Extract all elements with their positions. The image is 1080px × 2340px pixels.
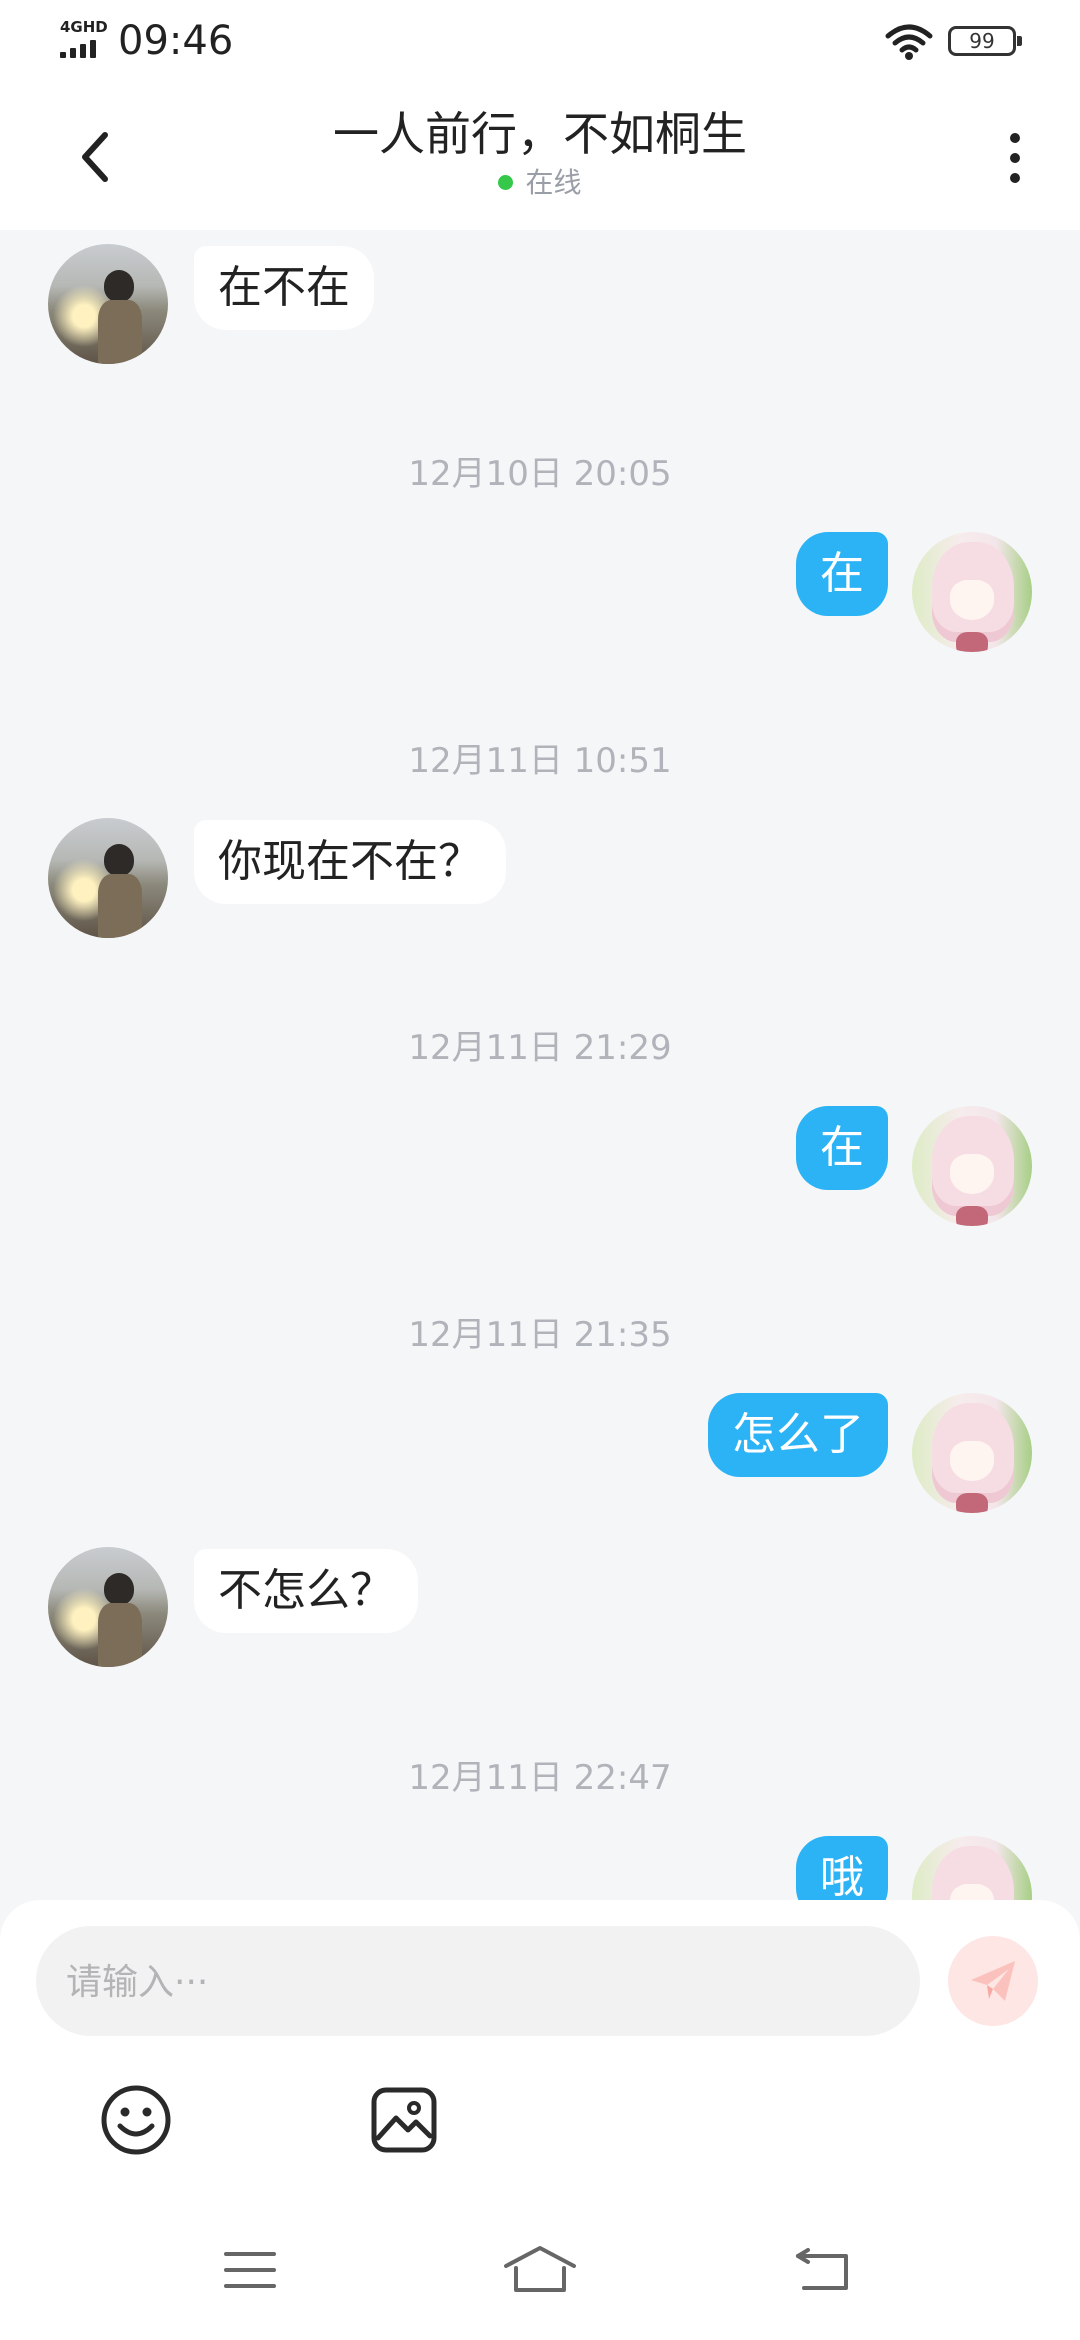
my-avatar[interactable] [912, 1393, 1032, 1513]
timestamp: 12月11日 22:47 [408, 1758, 672, 1798]
back-button[interactable] [60, 122, 130, 192]
system-nav-bar [0, 2200, 1080, 2340]
chat-header: 一人前行，不如桐生 在线 [0, 84, 1080, 230]
network-type: 4GHD [60, 18, 108, 36]
back-arrow-icon [82, 132, 108, 182]
send-button[interactable] [948, 1936, 1038, 2026]
my-avatar[interactable] [912, 532, 1032, 652]
composer-panel [0, 1900, 1080, 2200]
home-button[interactable] [490, 2230, 590, 2310]
menu-icon [224, 2252, 276, 2288]
message-bubble-sent[interactable]: 在 [796, 1106, 888, 1190]
emoji-icon [101, 2085, 171, 2155]
message-input-container[interactable] [36, 1926, 920, 2038]
status-bar: 4GHD 09:46 99 [0, 0, 1080, 84]
back-nav-button[interactable] [774, 2230, 874, 2310]
message-bubble-received[interactable]: 你现在不在？ [194, 820, 506, 904]
home-icon [504, 2246, 576, 2292]
presence-label: 在线 [525, 166, 582, 199]
image-button[interactable] [364, 2080, 444, 2160]
my-avatar[interactable] [912, 1106, 1032, 1226]
wifi-icon [884, 22, 934, 62]
emoji-button[interactable] [96, 2080, 176, 2160]
timestamp: 12月11日 21:29 [408, 1028, 672, 1068]
battery-icon: 99 [948, 26, 1022, 56]
message-bubble-sent[interactable]: 怎么了 [708, 1393, 888, 1477]
presence-status: 在线 [180, 166, 900, 200]
timestamp: 12月11日 21:35 [408, 1315, 672, 1355]
contact-avatar[interactable] [48, 818, 168, 938]
more-options-button[interactable] [990, 120, 1040, 196]
timestamp: 12月10日 20:05 [408, 454, 672, 494]
message-bubble-sent[interactable]: 在 [796, 532, 888, 616]
battery-level: 99 [969, 29, 995, 53]
menu-button[interactable] [200, 2230, 300, 2310]
message-bubble-sent[interactable]: 哦 [796, 1836, 888, 1900]
back-icon [796, 2248, 848, 2290]
online-dot-icon [498, 175, 514, 190]
more-vertical-icon [1010, 133, 1020, 143]
contact-avatar[interactable] [48, 244, 168, 364]
my-avatar[interactable] [912, 1836, 1032, 1900]
message-list[interactable]: 在不在 12月10日 20:05 在 12月11日 10:51 你现在不在？ 1… [0, 230, 1080, 1900]
contact-name: 一人前行，不如桐生 [333, 107, 747, 161]
image-icon [371, 2087, 437, 2153]
message-input[interactable] [64, 1926, 888, 2038]
timestamp: 12月11日 10:51 [408, 741, 672, 781]
signal-icon: 4GHD [58, 18, 108, 58]
message-bubble-received[interactable]: 在不在 [194, 246, 374, 330]
message-bubble-received[interactable]: 不怎么？ [194, 1549, 418, 1633]
status-time: 09:46 [118, 18, 234, 64]
send-icon [971, 1961, 1015, 2001]
contact-avatar[interactable] [48, 1547, 168, 1667]
title-block: 一人前行，不如桐生 在线 [180, 104, 900, 200]
